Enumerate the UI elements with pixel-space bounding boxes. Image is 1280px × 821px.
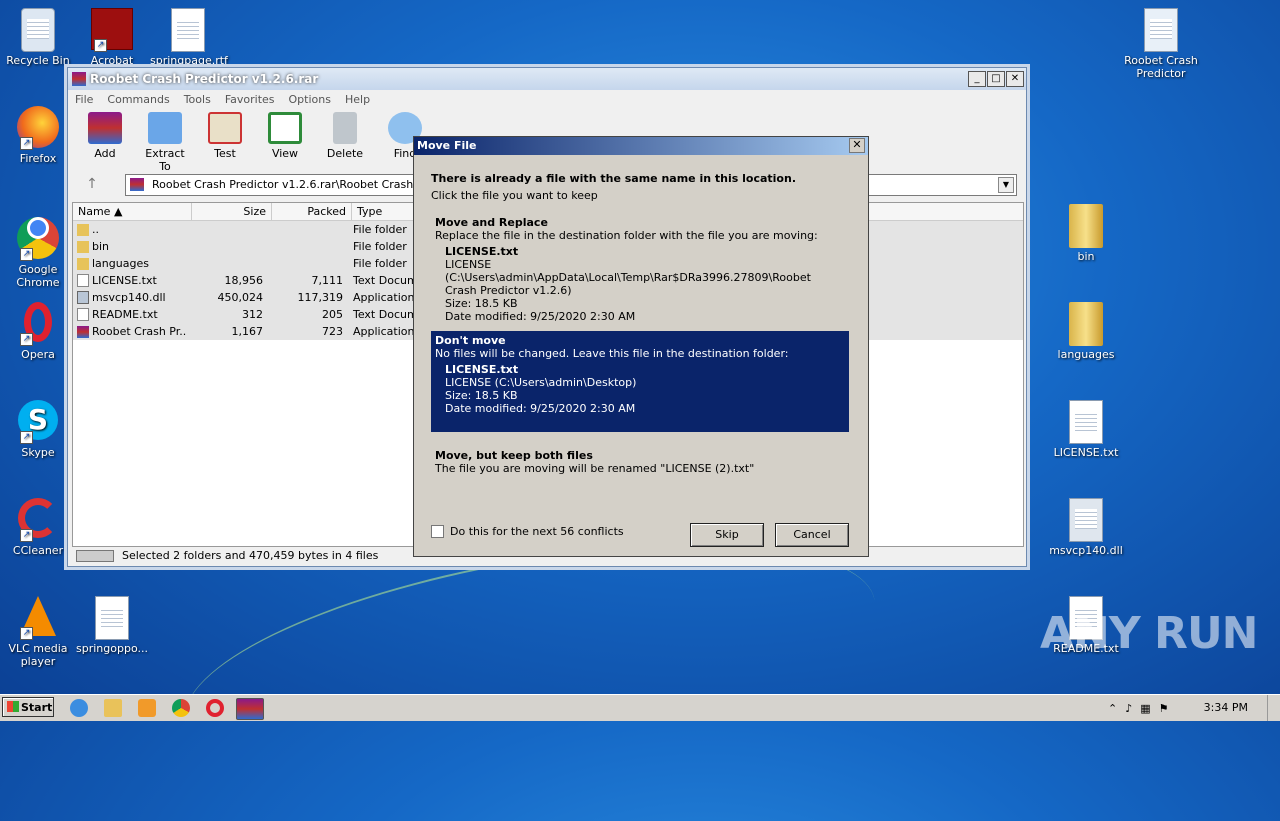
menu-tools[interactable]: Tools (184, 93, 211, 106)
app-icon (1139, 8, 1183, 52)
winrar-titlebar[interactable]: Roobet Crash Predictor v1.2.6.rar _ □ ✕ (68, 68, 1026, 90)
maximize-button[interactable]: □ (987, 71, 1005, 87)
menu-favorites[interactable]: Favorites (225, 93, 275, 106)
add-button[interactable]: Add (78, 108, 132, 168)
col-type[interactable]: Type (352, 203, 415, 220)
up-arrow-icon[interactable]: ↑ (77, 176, 107, 194)
checkbox-box[interactable] (431, 525, 444, 538)
desktop-icon-bin[interactable]: bin (1048, 204, 1124, 263)
volume-icon[interactable]: ♪ (1125, 702, 1132, 715)
rar-archive-icon (130, 178, 144, 191)
dll-file-icon (77, 291, 89, 304)
folder-icon (1064, 302, 1108, 346)
dialog-title: Move File (417, 139, 477, 152)
add-archive-icon (88, 112, 122, 144)
dialog-close-button[interactable]: ✕ (849, 138, 865, 153)
test-button[interactable]: Test (198, 108, 252, 168)
opera-icon[interactable] (206, 699, 224, 717)
windows-logo-icon (7, 701, 19, 712)
winrar-app-icon (72, 72, 86, 86)
firefox-icon: ↗ (16, 106, 60, 150)
skip-button[interactable]: Skip (690, 523, 764, 547)
menu-help[interactable]: Help (345, 93, 370, 106)
winrar-title: Roobet Crash Predictor v1.2.6.rar (90, 72, 319, 86)
col-packed[interactable]: Packed (272, 203, 352, 220)
folder-up-icon (77, 223, 89, 236)
desktop-icon-firefox[interactable]: ↗ Firefox (0, 106, 76, 165)
taskbar: Start ⌃ ♪ ▦ ⚑ 3:34 PM (0, 694, 1280, 721)
chrome-icon: ↗ (16, 217, 60, 261)
view-book-icon (268, 112, 302, 144)
media-player-icon[interactable] (138, 699, 156, 717)
option-dont-move[interactable]: Don't move No files will be changed. Lea… (431, 331, 849, 432)
menu-commands[interactable]: Commands (107, 93, 169, 106)
col-size[interactable]: Size (192, 203, 272, 220)
delete-button[interactable]: Delete (318, 108, 372, 168)
chevron-down-icon[interactable]: ▼ (998, 177, 1014, 193)
desktop-icon-recycle-bin[interactable]: Recycle Bin (0, 8, 76, 67)
desktop-icon-ccleaner[interactable]: ↗ CCleaner (0, 498, 76, 557)
word-doc-icon (166, 8, 210, 52)
action-center-flag-icon[interactable]: ⚑ (1159, 702, 1169, 715)
view-button[interactable]: View (258, 108, 312, 168)
opera-icon: ↗ (16, 302, 60, 346)
trash-icon (333, 112, 357, 144)
desktop-icon-chrome[interactable]: ↗ Google Chrome (0, 204, 76, 289)
menu-bar: File Commands Tools Favorites Options He… (68, 90, 1026, 108)
show-desktop-button[interactable] (1267, 695, 1280, 721)
explorer-icon[interactable] (104, 699, 122, 717)
apply-to-all-checkbox[interactable]: Do this for the next 56 conflicts (431, 525, 624, 538)
winrar-taskbar-icon[interactable] (236, 698, 264, 720)
desktop-icon-springpage[interactable]: springpage.rtf (150, 8, 228, 67)
desktop-icon-vlc[interactable]: ↗ VLC media player (0, 596, 76, 668)
desktop-icon-skype[interactable]: S ↗ Skype (0, 400, 76, 459)
minimize-button[interactable]: _ (968, 71, 986, 87)
desktop-icon-msvcp140[interactable]: msvcp140.dll (1048, 498, 1124, 557)
desktop-icon-acrobat[interactable]: ↗ Acrobat (74, 8, 150, 67)
text-file-icon (1064, 400, 1108, 444)
option-keep-both[interactable]: Move, but keep both files The file you a… (431, 446, 849, 478)
network-icon[interactable]: ▦ (1140, 702, 1150, 715)
col-name[interactable]: Name ▲ (73, 203, 192, 220)
tray-expand-icon[interactable]: ⌃ (1108, 702, 1117, 715)
status-text: Selected 2 folders and 470,459 bytes in … (122, 549, 379, 562)
acrobat-icon: ↗ (90, 8, 134, 52)
start-button[interactable]: Start (2, 697, 54, 717)
recycle-bin-icon (16, 8, 60, 52)
dll-file-icon (1064, 498, 1108, 542)
folder-icon (77, 257, 89, 270)
dialog-titlebar[interactable]: Move File ✕ (414, 137, 868, 155)
vlc-icon: ↗ (16, 596, 60, 640)
ie-icon[interactable] (70, 699, 88, 717)
desktop-icon-languages[interactable]: languages (1048, 302, 1124, 361)
system-tray: ⌃ ♪ ▦ ⚑ (1102, 697, 1280, 719)
close-button[interactable]: ✕ (1006, 71, 1024, 87)
test-clipboard-icon (208, 112, 242, 144)
folder-icon (77, 240, 89, 253)
extract-folder-icon (148, 112, 182, 144)
drive-icon[interactable] (76, 549, 114, 562)
dialog-heading: There is already a file with the same na… (431, 172, 796, 185)
anyrun-watermark: ANY RUN (1040, 608, 1258, 659)
option-move-and-replace[interactable]: Move and Replace Replace the file in the… (431, 213, 849, 326)
text-file-icon (77, 308, 89, 321)
desktop-icon-roobet-app[interactable]: Roobet Crash Predictor (1123, 8, 1199, 80)
skype-icon: S ↗ (16, 400, 60, 444)
move-file-dialog: Move File ✕ There is already a file with… (413, 136, 869, 557)
desktop-icon-opera[interactable]: ↗ Opera (0, 302, 76, 361)
rar-file-icon (77, 325, 89, 338)
menu-file[interactable]: File (75, 93, 93, 106)
cancel-button[interactable]: Cancel (775, 523, 849, 547)
word-doc-icon (90, 596, 134, 640)
clock[interactable]: 3:34 PM (1204, 701, 1248, 714)
ccleaner-icon: ↗ (16, 498, 60, 542)
chrome-icon[interactable] (172, 699, 190, 717)
desktop-icon-springoppo[interactable]: springoppo... (74, 596, 150, 655)
dialog-subheading: Click the file you want to keep (431, 189, 598, 202)
extract-to-button[interactable]: Extract To (138, 108, 192, 173)
folder-icon (1064, 204, 1108, 248)
menu-options[interactable]: Options (289, 93, 331, 106)
text-file-icon (77, 274, 89, 287)
desktop-icon-license[interactable]: LICENSE.txt (1048, 400, 1124, 459)
